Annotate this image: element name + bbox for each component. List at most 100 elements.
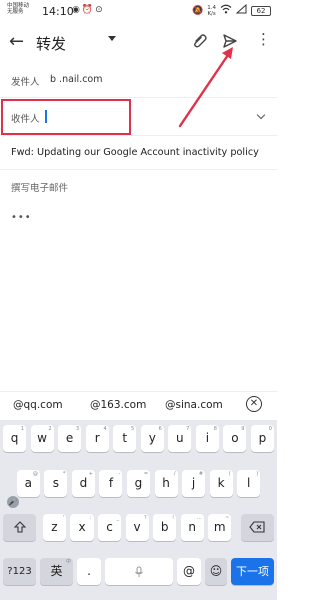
key-label: w xyxy=(37,431,47,445)
key-hint: 5 xyxy=(131,426,135,432)
key-label: n xyxy=(188,520,196,534)
key-q[interactable]: q1 xyxy=(3,425,27,452)
key-label: b xyxy=(160,520,169,534)
backspace-key[interactable] xyxy=(240,514,274,541)
key-hint: + xyxy=(88,471,93,477)
key-hint: * xyxy=(62,471,66,477)
key-hint: _ xyxy=(116,515,120,521)
key-hint: 4 xyxy=(103,426,107,432)
key-label: h xyxy=(162,476,170,490)
key-s[interactable]: s * xyxy=(44,470,68,497)
key-hint: : xyxy=(89,515,92,521)
key-x[interactable]: x: xyxy=(70,514,94,541)
key-hint: ! xyxy=(172,515,175,521)
backspace-icon xyxy=(249,521,265,533)
key-h[interactable]: h / xyxy=(154,470,178,497)
key-hint: ~ xyxy=(225,515,230,521)
key-hint: @ xyxy=(32,471,38,477)
key-hint: = xyxy=(143,471,149,477)
key-hint: 中 xyxy=(65,559,71,565)
suggestion-163[interactable]: @163.com xyxy=(90,399,146,411)
shift-icon xyxy=(13,521,27,533)
emoji-icon: ☺ xyxy=(209,564,223,578)
key-v[interactable]: v? xyxy=(125,514,149,541)
key-label: z xyxy=(51,520,58,534)
key-label: . xyxy=(87,564,91,578)
key-hint: 2 xyxy=(48,426,52,432)
key-hint: 8 xyxy=(213,426,217,432)
key-label: v xyxy=(133,520,141,534)
key-k[interactable]: k( xyxy=(209,470,233,497)
key-label: k xyxy=(217,476,225,490)
key-label: j xyxy=(191,476,196,490)
key-hint: - xyxy=(118,471,121,477)
key-hint: 7 xyxy=(186,426,190,432)
key-hint: ) xyxy=(256,471,259,477)
key-label: m xyxy=(213,520,226,534)
close-suggestions-icon[interactable]: ✕ xyxy=(246,396,262,412)
key-label: s xyxy=(52,476,59,490)
key-label: o xyxy=(231,431,239,445)
next-key[interactable]: 下一项 xyxy=(231,558,274,585)
key-r[interactable]: r4 xyxy=(85,425,109,452)
suggestion-qq[interactable]: @qq.com xyxy=(13,399,63,411)
key-label: 下一项 xyxy=(236,565,269,578)
key-y[interactable]: y6 xyxy=(140,425,164,452)
key-label: p xyxy=(258,431,267,445)
key-label: x xyxy=(78,520,86,534)
key-p[interactable]: p0 xyxy=(250,425,274,452)
key-hint: 1 xyxy=(20,426,25,432)
language-key[interactable]: 英中 xyxy=(40,558,73,585)
microphone-icon xyxy=(135,566,143,577)
key-label: l xyxy=(247,476,251,490)
key-hint: … xyxy=(196,515,202,521)
key-hint: 9 xyxy=(241,426,245,432)
key-c[interactable]: c _ xyxy=(98,514,122,541)
key-hint: / xyxy=(173,471,176,477)
suggestion-sina[interactable]: @sina.com xyxy=(165,399,223,411)
key-hint: ' xyxy=(62,515,64,521)
key-label: u xyxy=(176,431,184,445)
key-l[interactable]: l) xyxy=(237,470,261,497)
key-o[interactable]: o9 xyxy=(223,425,247,452)
key-d[interactable]: d + xyxy=(71,470,95,497)
key-t[interactable]: t5 xyxy=(113,425,137,452)
domain-suggestion-bar: @qq.com @163.com @sina.com ✕ xyxy=(0,391,277,419)
key-a[interactable]: a @ xyxy=(16,470,40,497)
key-label: q xyxy=(10,431,19,445)
key-g[interactable]: g = xyxy=(126,470,151,497)
key-b[interactable]: b! xyxy=(153,514,177,541)
shift-key[interactable] xyxy=(3,514,37,541)
keyboard: q 1 w 2 e 3 r 4 t 5 y 6 u 7 i 8 o 9 p 0 a @ s * d + f - g = h / j # k(l) z '… xyxy=(0,420,277,600)
key-n[interactable]: n… xyxy=(180,514,204,541)
key-label: i xyxy=(205,431,210,445)
period-key[interactable]: . xyxy=(77,558,101,585)
key-label: d xyxy=(79,476,88,490)
voice-input-icon[interactable]: 🎤 xyxy=(7,496,19,508)
space-key[interactable] xyxy=(105,558,173,585)
key-e[interactable]: e3 xyxy=(58,425,82,452)
emoji-key[interactable]: ☺ xyxy=(205,558,227,585)
key-label: t xyxy=(122,431,128,445)
key-hint: ( xyxy=(228,471,231,477)
key-label: a xyxy=(24,476,32,490)
key-hint: 0 xyxy=(268,426,272,432)
key-z[interactable]: z ' xyxy=(42,514,66,541)
at-key[interactable]: @ xyxy=(177,558,201,585)
key-label: 英 xyxy=(50,564,63,578)
key-j[interactable]: j # xyxy=(182,470,206,497)
key-hint: # xyxy=(198,471,204,477)
key-hint: ? xyxy=(143,515,147,521)
key-label: r xyxy=(94,431,100,445)
symbols-key[interactable]: ?123 xyxy=(3,558,36,585)
key-label: g xyxy=(134,476,143,490)
key-label: f xyxy=(108,476,114,490)
key-label: e xyxy=(65,431,74,445)
key-u[interactable]: u7 xyxy=(168,425,192,452)
key-w[interactable]: w2 xyxy=(30,425,54,452)
key-label: y xyxy=(148,431,156,445)
key-m[interactable]: m ~ xyxy=(208,514,232,541)
key-i[interactable]: i8 xyxy=(195,425,219,452)
key-hint: 3 xyxy=(75,426,80,432)
key-f[interactable]: f- xyxy=(99,470,123,497)
